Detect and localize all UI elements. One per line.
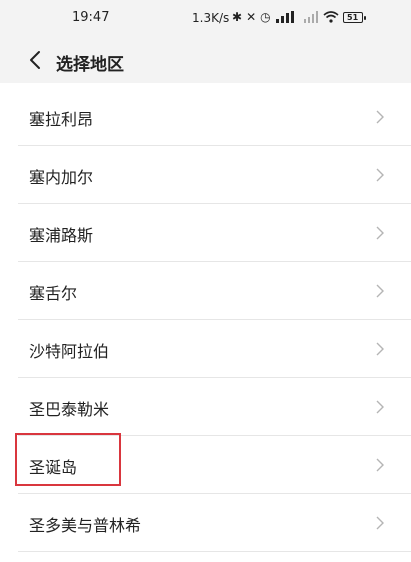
region-label: 圣多美与普林希 [29,516,142,535]
battery-icon: 51 [342,11,366,23]
region-row[interactable]: 塞浦路斯 [0,204,411,262]
page-title: 选择地区 [56,55,124,75]
row-divider [18,551,411,552]
chevron-right-icon [376,284,384,298]
region-row[interactable]: 圣巴泰勒米 [0,378,411,436]
status-bar: 19:47 1.3K/s ✱ ✕ ◷ 51 [0,0,411,38]
chevron-left-icon [30,51,40,69]
chevron-right-icon [376,168,384,182]
bluetooth-icon: ✱ [232,10,243,24]
region-label: 沙特阿拉伯 [29,342,110,361]
signal-2-icon [303,8,319,27]
region-label: 塞拉利昂 [29,110,94,129]
chevron-right-icon [376,226,384,240]
region-row[interactable]: 塞拉利昂 [0,88,411,146]
chevron-right-icon [376,400,384,414]
chevron-right-icon [376,342,384,356]
region-label: 塞舌尔 [29,284,78,303]
mute-icon: ✕ [246,10,257,24]
chevron-right-icon [376,516,384,530]
signal-icon [275,8,299,27]
back-button[interactable] [26,48,46,72]
wifi-icon [323,8,339,27]
region-row[interactable]: 圣多美与普林希 [0,494,411,552]
region-row[interactable]: 塞舌尔 [0,262,411,320]
status-net-speed: 1.3K/s [192,11,230,25]
region-label: 塞内加尔 [29,168,94,187]
alarm-icon: ◷ [260,10,271,24]
app-header: 选择地区 [0,38,411,83]
chevron-right-icon [376,458,384,472]
chevron-right-icon [376,110,384,124]
highlight-box [15,433,121,486]
region-row[interactable]: 沙特阿拉伯 [0,320,411,378]
region-label: 塞浦路斯 [29,226,94,245]
region-row[interactable]: 塞内加尔 [0,146,411,204]
status-time: 19:47 [72,10,110,25]
status-icons: ✱ ✕ ◷ 51 [232,8,366,27]
region-label: 圣巴泰勒米 [29,400,110,419]
